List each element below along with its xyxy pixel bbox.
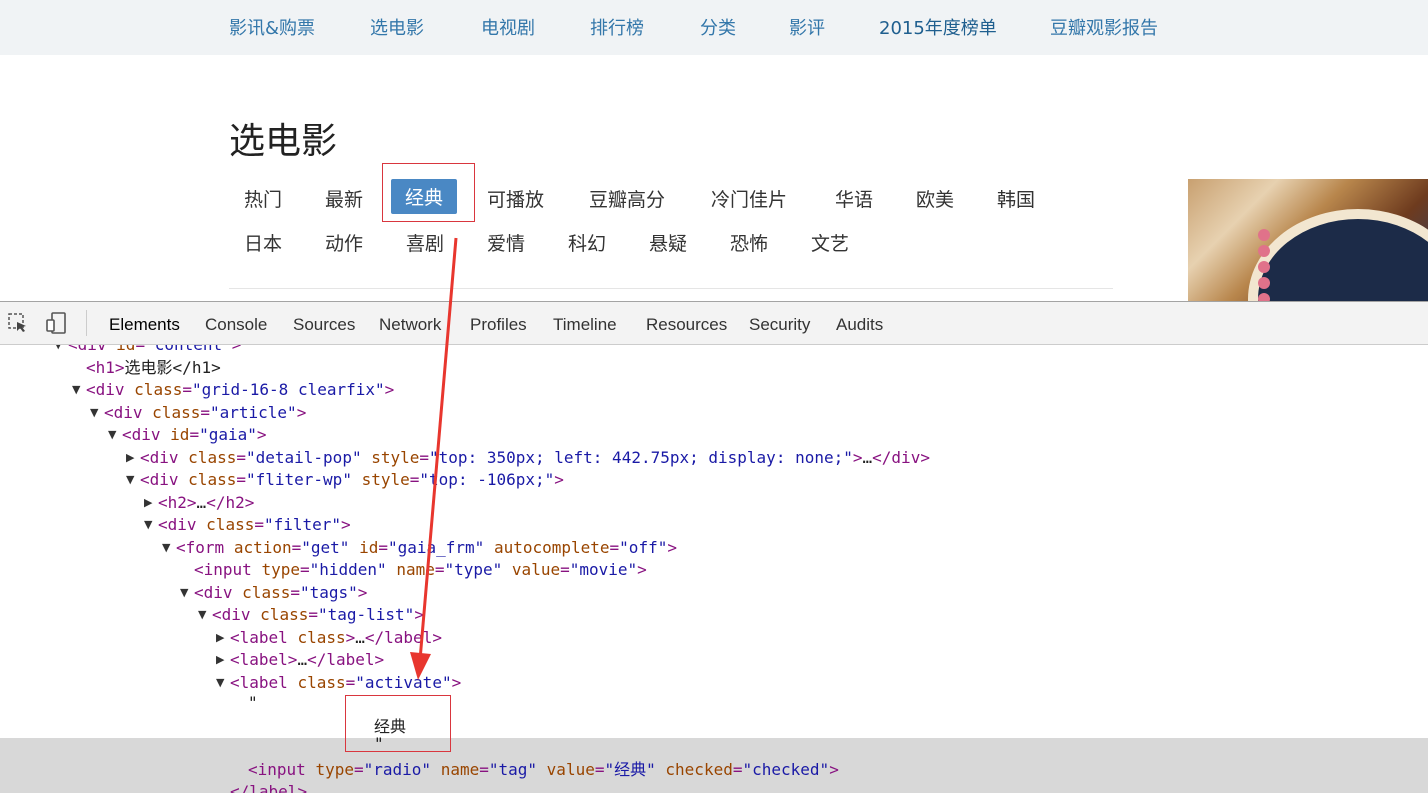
tag-latest[interactable]: 最新 — [325, 185, 363, 212]
tag-chinese[interactable]: 华语 — [835, 185, 873, 212]
top-navigation: 影讯&购票 选电影 电视剧 排行榜 分类 影评 2015年度榜单 豆瓣观影报告 — [0, 0, 1428, 55]
expand-triangle-open-icon[interactable]: ▼ — [126, 474, 138, 486]
tab-network[interactable]: Network — [379, 315, 441, 335]
tag-comedy[interactable]: 喜剧 — [406, 229, 444, 256]
expand-triangle-open-icon[interactable]: ▼ — [72, 384, 84, 396]
expand-triangle-open-icon[interactable]: ▼ — [198, 609, 210, 621]
expand-triangle-closed-icon[interactable]: ▶ — [144, 497, 156, 509]
tab-audits[interactable]: Audits — [836, 315, 883, 335]
devtools-panel: Elements Console Sources Network Profile… — [0, 301, 1428, 793]
devtools-toolbar: Elements Console Sources Network Profile… — [0, 302, 1428, 345]
expand-triangle-closed-icon[interactable]: ▶ — [216, 654, 228, 666]
page-title: 选电影 — [229, 121, 338, 162]
nav-link-rankings[interactable]: 排行榜 — [590, 14, 644, 40]
dom-node-line[interactable]: <h1>选电影</h1> — [86, 357, 221, 379]
tag-romance[interactable]: 爱情 — [487, 229, 525, 256]
tab-elements[interactable]: Elements — [109, 315, 180, 335]
dom-node-line[interactable]: <div id="gaia"> — [122, 424, 267, 446]
expand-triangle-open-icon[interactable]: ▼ — [90, 407, 102, 419]
dom-node-line[interactable]: <label class="activate"> — [230, 672, 461, 694]
tag-scifi[interactable]: 科幻 — [568, 229, 606, 256]
tag-mystery[interactable]: 悬疑 — [649, 229, 687, 256]
divider — [229, 288, 1113, 289]
expand-triangle-open-icon[interactable]: ▼ — [180, 587, 192, 599]
tab-timeline[interactable]: Timeline — [553, 315, 617, 335]
expand-triangle-open-icon[interactable]: ▼ — [162, 542, 174, 554]
tab-security[interactable]: Security — [749, 315, 810, 335]
tag-horror[interactable]: 恐怖 — [730, 229, 768, 256]
dom-node-line[interactable]: <div class="article"> — [104, 402, 306, 424]
dom-node-line[interactable]: <form action="get" id="gaia_frm" autocom… — [176, 537, 677, 559]
nav-link-tv[interactable]: 电视剧 — [481, 14, 535, 40]
dom-node-line[interactable]: <div class="tags"> — [194, 582, 367, 604]
tab-console[interactable]: Console — [205, 315, 267, 335]
dom-node-line[interactable]: <div class="detail-pop" style="top: 350p… — [140, 447, 930, 469]
annotation-highlight-text-node — [345, 695, 451, 752]
expand-triangle-open-icon[interactable]: ▼ — [108, 429, 120, 441]
tag-action[interactable]: 动作 — [325, 229, 363, 256]
expand-triangle-closed-icon[interactable]: ▶ — [216, 632, 228, 644]
nav-link-categories[interactable]: 分类 — [700, 14, 736, 40]
annotation-highlight-tag — [382, 163, 475, 222]
tab-sources[interactable]: Sources — [293, 315, 355, 335]
device-mode-icon[interactable] — [46, 312, 68, 334]
movie-poster-image[interactable] — [1188, 179, 1428, 301]
dom-node-line[interactable]: <h2>…</h2> — [158, 492, 254, 514]
tag-top-rated[interactable]: 豆瓣高分 — [589, 185, 665, 212]
expand-triangle-closed-icon[interactable]: ▶ — [126, 452, 138, 464]
nav-link-explore-movies[interactable]: 选电影 — [370, 14, 424, 40]
dom-node-line[interactable]: <input type="radio" name="tag" value="经典… — [248, 759, 839, 781]
tab-profiles[interactable]: Profiles — [470, 315, 527, 335]
tag-korean[interactable]: 韩国 — [997, 185, 1035, 212]
dom-node-line[interactable]: <div id="content"> — [68, 345, 241, 356]
tag-arthouse[interactable]: 文艺 — [811, 229, 849, 256]
dom-node-line[interactable]: " — [248, 692, 258, 714]
dom-node-line[interactable]: <div class="tag-list"> — [212, 604, 424, 626]
expand-triangle-open-icon[interactable]: ▼ — [54, 345, 66, 351]
tab-resources[interactable]: Resources — [646, 315, 727, 335]
tag-japanese[interactable]: 日本 — [244, 229, 282, 256]
nav-link-tickets[interactable]: 影讯&购票 — [229, 14, 315, 40]
nav-link-annual-list[interactable]: 2015年度榜单 — [879, 14, 997, 40]
inspect-icon[interactable] — [7, 312, 29, 334]
nav-link-reviews[interactable]: 影评 — [789, 14, 825, 40]
tag-hot[interactable]: 热门 — [244, 185, 282, 212]
tag-western[interactable]: 欧美 — [916, 185, 954, 212]
tag-hidden-gems[interactable]: 冷门佳片 — [711, 185, 787, 212]
dom-node-line[interactable]: </label> — [230, 781, 307, 793]
dom-node-line[interactable]: <div class="filter"> — [158, 514, 351, 536]
dom-node-line[interactable]: <input type="hidden" name="type" value="… — [194, 559, 647, 581]
dom-node-line[interactable]: <div class="grid-16-8 clearfix"> — [86, 379, 394, 401]
elements-tree: <div id="content">▼<h1>选电影</h1><div clas… — [0, 345, 1428, 793]
dom-node-line[interactable]: <label class>…</label> — [230, 627, 442, 649]
tag-playable[interactable]: 可播放 — [487, 185, 544, 212]
dom-node-line[interactable]: <div class="fliter-wp" style="top: -106p… — [140, 469, 564, 491]
toolbar-separator — [86, 310, 87, 336]
dom-node-line[interactable]: <label>…</label> — [230, 649, 384, 671]
expand-triangle-open-icon[interactable]: ▼ — [216, 677, 228, 689]
expand-triangle-open-icon[interactable]: ▼ — [144, 519, 156, 531]
nav-link-report[interactable]: 豆瓣观影报告 — [1050, 14, 1158, 40]
